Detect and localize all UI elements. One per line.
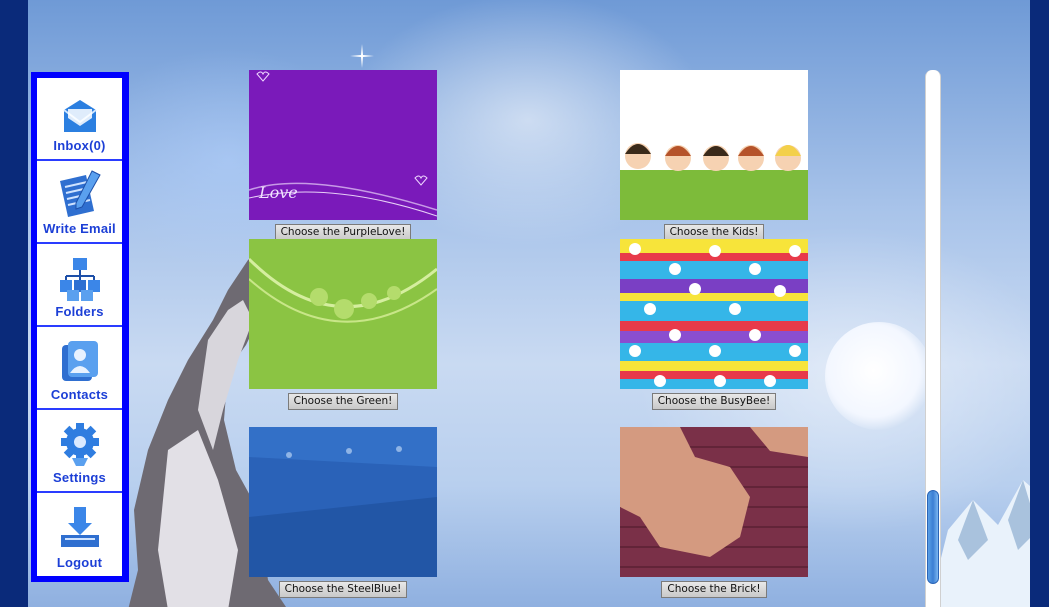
sidebar-item-write-email[interactable]: Write Email — [37, 161, 122, 245]
moon-glow — [825, 322, 933, 430]
theme-tile-brick: Choose the Brick! — [620, 427, 808, 598]
sidebar-item-label: Logout — [56, 555, 103, 571]
choose-busybee-button[interactable]: Choose the BusyBee! — [651, 393, 777, 410]
theme-thumbnail-busybee[interactable] — [620, 239, 808, 389]
theme-tile-steelblue: Choose the SteelBlue! — [249, 427, 437, 598]
vertical-scrollbar[interactable] — [925, 70, 941, 607]
folders-icon — [59, 258, 100, 302]
background-winter-scene — [28, 0, 1030, 607]
sidebar-item-logout[interactable]: Logout — [37, 493, 122, 576]
sidebar-item-label: Inbox(0) — [53, 138, 106, 154]
contacts-icon — [61, 341, 98, 382]
sidebar-item-settings[interactable]: Settings — [37, 410, 122, 494]
write-email-icon — [59, 170, 101, 218]
sidebar-item-inbox[interactable]: Inbox(0) — [37, 78, 122, 162]
scrollbar-thumb[interactable] — [927, 490, 939, 584]
sidebar-panel: Inbox(0) Write Email Folders Contacts Se… — [37, 78, 122, 576]
sidebar-item-label: Write Email — [43, 221, 116, 237]
settings-gear-icon — [60, 423, 99, 467]
theme-tile-green: Choose the Green! — [249, 239, 437, 410]
star-sparkle-icon — [350, 44, 374, 68]
svg-text:Love: Love — [258, 183, 298, 202]
theme-tile-purplelove: Love Choose the PurpleLove! — [249, 70, 437, 241]
theme-thumbnail-brick[interactable] — [620, 427, 808, 577]
sidebar-nav: Inbox(0) Write Email Folders Contacts Se… — [31, 72, 129, 582]
sidebar-item-contacts[interactable]: Contacts — [37, 327, 122, 411]
theme-thumbnail-green[interactable] — [249, 239, 437, 389]
theme-thumbnail-steelblue[interactable] — [249, 427, 437, 577]
choose-brick-button[interactable]: Choose the Brick! — [661, 581, 767, 598]
sidebar-item-label: Contacts — [50, 387, 109, 403]
logout-icon — [60, 507, 99, 548]
choose-steelblue-button[interactable]: Choose the SteelBlue! — [278, 581, 408, 598]
snowy-mountains-image — [928, 480, 1030, 607]
theme-thumbnail-kids[interactable] — [620, 70, 808, 220]
theme-tile-busybee: Choose the BusyBee! — [620, 239, 808, 410]
inbox-envelope-icon — [62, 100, 97, 133]
sidebar-item-label: Settings — [53, 470, 106, 486]
theme-thumbnail-purplelove[interactable]: Love — [249, 70, 437, 220]
choose-green-button[interactable]: Choose the Green! — [287, 393, 399, 410]
sidebar-item-label: Folders — [55, 304, 104, 320]
sidebar-item-folders[interactable]: Folders — [37, 244, 122, 328]
theme-tile-kids: Choose the Kids! — [620, 70, 808, 241]
